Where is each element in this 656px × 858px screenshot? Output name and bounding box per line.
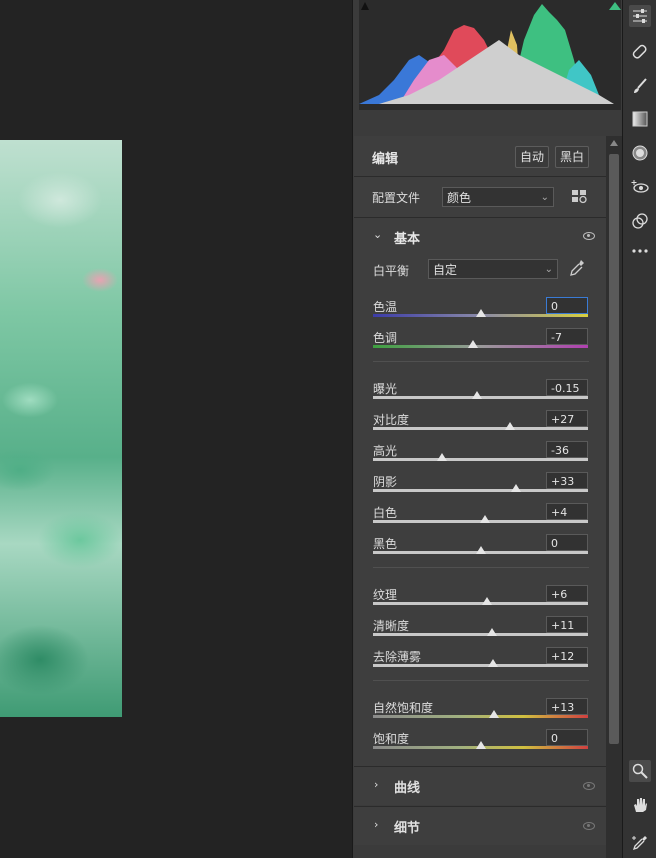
slider-label: 曝光	[373, 382, 398, 396]
slider-thumb[interactable]	[467, 340, 478, 348]
chevron-right-icon[interactable]: ›	[374, 778, 378, 791]
slider-thumb[interactable]	[436, 453, 447, 461]
profile-label: 配置文件	[372, 191, 421, 205]
chevron-down-icon: ⌄	[544, 264, 553, 275]
slider-label: 自然饱和度	[373, 701, 434, 715]
section-divider	[373, 361, 589, 362]
eye-icon[interactable]	[583, 782, 595, 790]
slider-track[interactable]	[373, 489, 588, 492]
slider-value-input[interactable]: 0	[546, 297, 588, 314]
slider-thumb[interactable]	[504, 422, 515, 430]
slider-thumb[interactable]	[487, 628, 498, 636]
chevron-down-icon[interactable]: ⌄	[373, 228, 382, 241]
scroll-up-arrow[interactable]	[610, 140, 618, 146]
auto-button[interactable]: 自动	[515, 146, 550, 168]
slider-thumb[interactable]	[489, 710, 500, 718]
slider-label: 色温	[373, 300, 398, 314]
slider-thumb[interactable]	[510, 484, 521, 492]
eyedropper-icon[interactable]	[569, 259, 585, 277]
slider-thumb[interactable]	[472, 391, 483, 399]
slider-value-input[interactable]: +6	[546, 585, 588, 602]
more-icon[interactable]	[629, 240, 651, 262]
white-balance-select[interactable]: 自定 ⌄	[428, 259, 558, 279]
slider-label: 饱和度	[373, 732, 410, 746]
slider-value-input[interactable]: +13	[546, 698, 588, 715]
white-balance-value: 自定	[433, 263, 458, 277]
section-divider	[373, 680, 589, 681]
slider-value-input[interactable]: +33	[546, 472, 588, 489]
presets-icon[interactable]	[629, 210, 651, 232]
radial-icon[interactable]	[629, 142, 651, 164]
hand-icon[interactable]	[629, 794, 651, 816]
slider-label: 纹理	[373, 588, 398, 602]
slider-thumb[interactable]	[475, 309, 486, 317]
section-divider	[373, 567, 589, 568]
panel-scrollbar[interactable]	[606, 136, 622, 858]
slider-track[interactable]	[373, 345, 588, 348]
edit-sliders-icon[interactable]	[629, 5, 651, 27]
slider-track[interactable]	[373, 715, 588, 718]
slider-label: 色调	[373, 331, 398, 345]
slider-label: 高光	[373, 444, 398, 458]
profile-browser-icon[interactable]	[572, 190, 588, 204]
slider-thumb[interactable]	[479, 515, 490, 523]
chevron-down-icon: ⌄	[540, 192, 549, 203]
edit-title: 编辑	[372, 152, 399, 167]
basic-title[interactable]: 基本	[394, 228, 420, 247]
slider-value-input[interactable]: 0	[546, 729, 588, 746]
detail-title[interactable]: 细节	[394, 817, 420, 836]
chevron-right-icon[interactable]: ›	[374, 818, 378, 831]
right-toolbar	[622, 0, 656, 858]
profile-row: 配置文件 颜色 ⌄	[354, 177, 606, 218]
slider-value-input[interactable]: 0	[546, 534, 588, 551]
slider-label: 去除薄雾	[373, 650, 422, 664]
healing-icon[interactable]	[629, 41, 651, 63]
slider-value-input[interactable]: +4	[546, 503, 588, 520]
slider-thumb[interactable]	[475, 741, 486, 749]
slider-label: 阴影	[373, 475, 398, 489]
slider-label: 黑色	[373, 537, 398, 551]
scroll-thumb[interactable]	[609, 154, 619, 744]
slider-thumb[interactable]	[475, 546, 486, 554]
histogram	[353, 0, 623, 110]
slider-value-input[interactable]: +11	[546, 616, 588, 633]
curves-section[interactable]: › 曲线	[354, 766, 606, 805]
zoom-icon[interactable]	[629, 760, 651, 782]
sampler-icon[interactable]	[629, 832, 651, 854]
eye-icon[interactable]	[583, 232, 595, 240]
slider-track[interactable]	[373, 633, 588, 636]
slider-track[interactable]	[373, 427, 588, 430]
black-white-button[interactable]: 黑白	[555, 146, 590, 168]
slider-value-input[interactable]: -0.15	[546, 379, 588, 396]
gradient-icon[interactable]	[629, 108, 651, 130]
slider-value-input[interactable]: -36	[546, 441, 588, 458]
detail-section[interactable]: › 细节	[354, 806, 606, 845]
photo-preview[interactable]	[0, 140, 122, 717]
slider-value-input[interactable]: +12	[546, 647, 588, 664]
slider-value-input[interactable]: +27	[546, 410, 588, 427]
slider-value-input[interactable]: -7	[546, 328, 588, 345]
slider-track[interactable]	[373, 458, 588, 461]
slider-thumb[interactable]	[488, 659, 499, 667]
curves-title[interactable]: 曲线	[394, 777, 420, 796]
profile-value: 颜色	[447, 191, 472, 205]
slider-track[interactable]	[373, 602, 588, 605]
slider-label: 清晰度	[373, 619, 410, 633]
slider-label: 白色	[373, 506, 398, 520]
slider-track[interactable]	[373, 664, 588, 667]
slider-label: 对比度	[373, 413, 410, 427]
image-canvas[interactable]	[0, 0, 352, 858]
basic-panel: ⌄ 基本 白平衡 自定 ⌄ 色温 0 色调 -7 曝光 -0.15 对比度 +27 高光 -36 阴…	[354, 218, 606, 766]
brush-icon[interactable]	[629, 75, 651, 97]
edit-header: 编辑 自动 黑白	[354, 136, 606, 177]
profile-select[interactable]: 颜色 ⌄	[442, 187, 554, 207]
slider-thumb[interactable]	[481, 597, 492, 605]
redeye-icon[interactable]	[629, 176, 651, 198]
eye-icon[interactable]	[583, 822, 595, 830]
white-balance-label: 白平衡	[373, 264, 410, 278]
